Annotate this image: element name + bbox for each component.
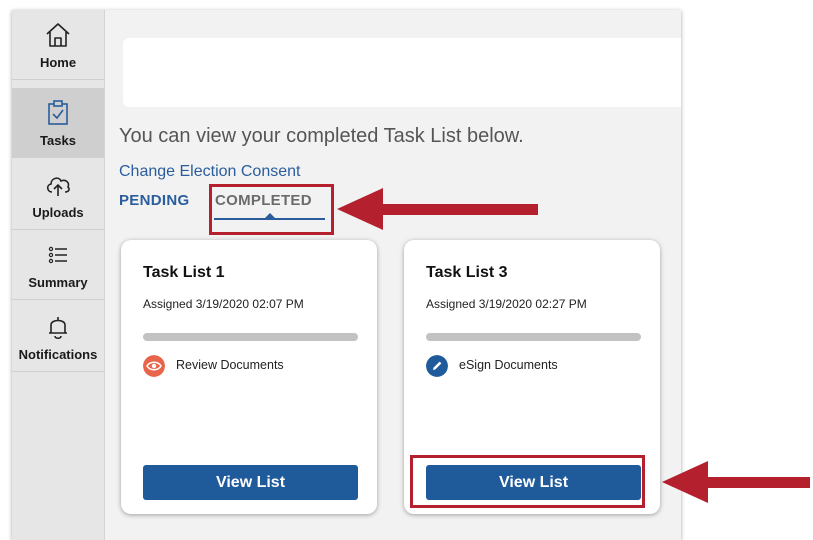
arrow-icon	[662, 461, 810, 503]
annotation-arrows	[337, 188, 810, 503]
arrow-icon	[337, 188, 538, 230]
